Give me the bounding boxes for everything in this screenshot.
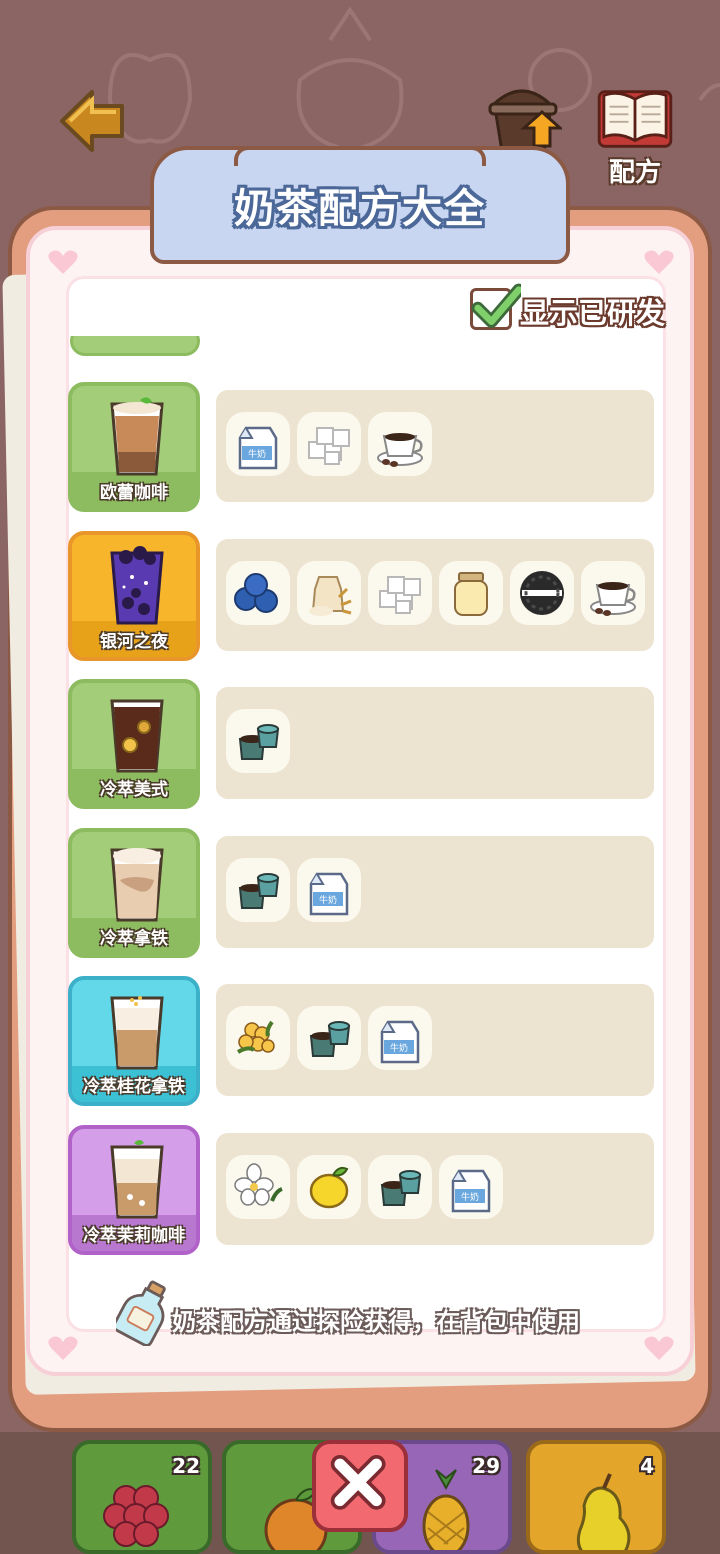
coffee-capsules-icon — [380, 1169, 422, 1206]
coffee-capsules-icon — [238, 724, 280, 760]
milk-carton-icon: 牛奶 — [238, 426, 278, 470]
show-developed-checkbox[interactable] — [470, 283, 521, 330]
drink-icon — [110, 1139, 164, 1218]
ingredient-slot[interactable] — [368, 560, 432, 625]
ingredient-slot[interactable] — [226, 1006, 290, 1070]
inventory-slot[interactable]: 22 — [72, 1440, 212, 1554]
svg-text:牛奶: 牛奶 — [319, 894, 337, 906]
recipe-card[interactable]: 冷萃茉莉咖啡 — [68, 1124, 200, 1255]
close-button[interactable] — [312, 1440, 408, 1532]
recipe-card[interactable]: 冷萃桂花拿铁 — [68, 976, 200, 1106]
drink-icon — [110, 847, 164, 921]
inventory-count: 22 — [172, 1454, 200, 1478]
ingredient-panel: 牛奶 — [216, 390, 654, 502]
ingredient-slot[interactable] — [510, 560, 574, 625]
svg-text:牛奶: 牛奶 — [248, 448, 266, 460]
ingredient-slot[interactable] — [226, 560, 290, 625]
coffee-capsules-icon — [309, 1021, 351, 1057]
blueberries-icon — [234, 572, 278, 613]
sugar-cubes-icon — [379, 575, 421, 614]
ingredient-slot[interactable] — [297, 560, 361, 625]
coffee-capsules-icon — [238, 872, 280, 909]
ingredient-panel: 牛奶 — [216, 835, 654, 948]
milk-carton-icon: 牛奶 — [309, 872, 349, 915]
sugar-cubes-icon — [308, 427, 350, 465]
checkmark-icon — [471, 283, 521, 328]
recipe-name: 冷萃桂花拿铁 — [83, 1077, 185, 1097]
recipe-card[interactable]: 欧蕾咖啡 — [68, 382, 200, 512]
recipe-card[interactable]: 冷萃美式 — [68, 679, 200, 809]
ingredient-slot[interactable] — [226, 1154, 290, 1219]
milk-carton-icon: 牛奶 — [380, 1020, 420, 1064]
inventory-count: 29 — [472, 1454, 500, 1478]
show-developed-label: 显示已研发 — [520, 296, 666, 330]
oreo-cookie-icon — [520, 570, 564, 615]
message-bottle-icon — [116, 1280, 166, 1346]
svg-text:牛奶: 牛奶 — [390, 1042, 408, 1054]
recipe-row: 欧蕾咖啡 牛奶 — [66, 382, 656, 512]
heart-decoration-icon — [644, 250, 674, 274]
ingredient-panel — [216, 538, 654, 651]
recipe-list[interactable]: 欧蕾咖啡 牛奶 银河之夜 冷萃美式 冷萃拿铁 牛奶 冷萃桂花拿铁 牛奶 冷萃茉莉咖啡 牛奶 — [66, 336, 656, 1270]
recipe-name: 冷萃美式 — [100, 780, 168, 800]
ingredient-slot[interactable] — [368, 1154, 432, 1219]
lemon-icon — [309, 1166, 349, 1208]
panel-title: 奶茶配方大全 — [234, 186, 486, 232]
recipe-name: 冷萃拿铁 — [100, 928, 168, 949]
drink-icon — [110, 545, 164, 624]
ingredient-slot[interactable] — [368, 412, 432, 476]
ingredient-slot[interactable]: 牛奶 — [297, 857, 361, 922]
recipe-card[interactable]: 冷萃拿铁 — [68, 827, 200, 958]
recipe-name: 银河之夜 — [100, 631, 168, 652]
close-icon — [330, 1454, 386, 1510]
svg-text:牛奶: 牛奶 — [461, 1191, 479, 1203]
heart-decoration-icon — [48, 250, 78, 274]
ingredient-panel: 牛奶 — [216, 984, 654, 1096]
ingredient-panel: 牛奶 — [216, 1132, 654, 1245]
footer-note-text: 奶茶配方通过探险获得，在背包中使用 — [172, 1308, 580, 1336]
milk-carton-icon: 牛奶 — [451, 1169, 491, 1212]
inventory-slot[interactable]: 4 — [526, 1440, 666, 1554]
recipe-card[interactable]: 银河之夜 — [68, 530, 200, 661]
open-book-icon — [597, 90, 673, 148]
ingredient-slot[interactable] — [581, 560, 645, 625]
recipe-row: 银河之夜 — [66, 530, 656, 661]
ingredient-slot[interactable]: 牛奶 — [226, 412, 290, 476]
ingredient-panel — [216, 687, 654, 799]
recipe-label: 配方 — [608, 158, 661, 188]
coffee-cup-icon — [590, 581, 636, 616]
heart-decoration-icon — [644, 1336, 674, 1360]
recipe-book-button[interactable]: 配方 — [594, 86, 676, 188]
heart-decoration-icon — [48, 1336, 78, 1360]
ingredient-slot[interactable]: 牛奶 — [368, 1006, 432, 1070]
ingredient-slot[interactable] — [439, 560, 503, 625]
title-tab: 奶茶配方大全 — [150, 146, 570, 264]
drink-icon — [110, 699, 164, 773]
ingredient-slot[interactable] — [297, 1154, 361, 1219]
footer-note: 奶茶配方通过探险获得，在背包中使用 — [112, 1278, 632, 1348]
recipe-row: 冷萃美式 — [66, 679, 656, 809]
ingredient-slot[interactable] — [226, 857, 290, 922]
previous-recipe-card-peek — [70, 336, 200, 356]
coffee-cup-icon — [377, 433, 423, 467]
ingredient-slot[interactable]: 牛奶 — [439, 1154, 503, 1219]
flour-sack-icon — [309, 575, 352, 616]
recipe-name: 欧蕾咖啡 — [100, 483, 168, 503]
ingredient-slot[interactable] — [226, 709, 290, 773]
recipe-row: 冷萃桂花拿铁 牛奶 — [66, 976, 656, 1106]
inventory-count: 4 — [640, 1454, 654, 1478]
back-arrow-icon[interactable] — [58, 86, 128, 156]
ingredient-slot[interactable] — [297, 1006, 361, 1070]
drink-icon — [110, 996, 164, 1070]
recipe-row: 冷萃拿铁 牛奶 — [66, 827, 656, 958]
drink-icon — [110, 397, 164, 476]
recipe-name: 冷萃茉莉咖啡 — [83, 1225, 185, 1246]
jasmine-flower-icon — [234, 1162, 283, 1206]
ingredient-slot[interactable] — [297, 412, 361, 476]
recipe-row: 冷萃茉莉咖啡 牛奶 — [66, 1124, 656, 1255]
show-developed-toggle[interactable]: 显示已研发 — [470, 283, 670, 332]
osmanthus-flower-icon — [236, 1020, 275, 1054]
condensed-milk-jar-icon — [454, 571, 488, 616]
